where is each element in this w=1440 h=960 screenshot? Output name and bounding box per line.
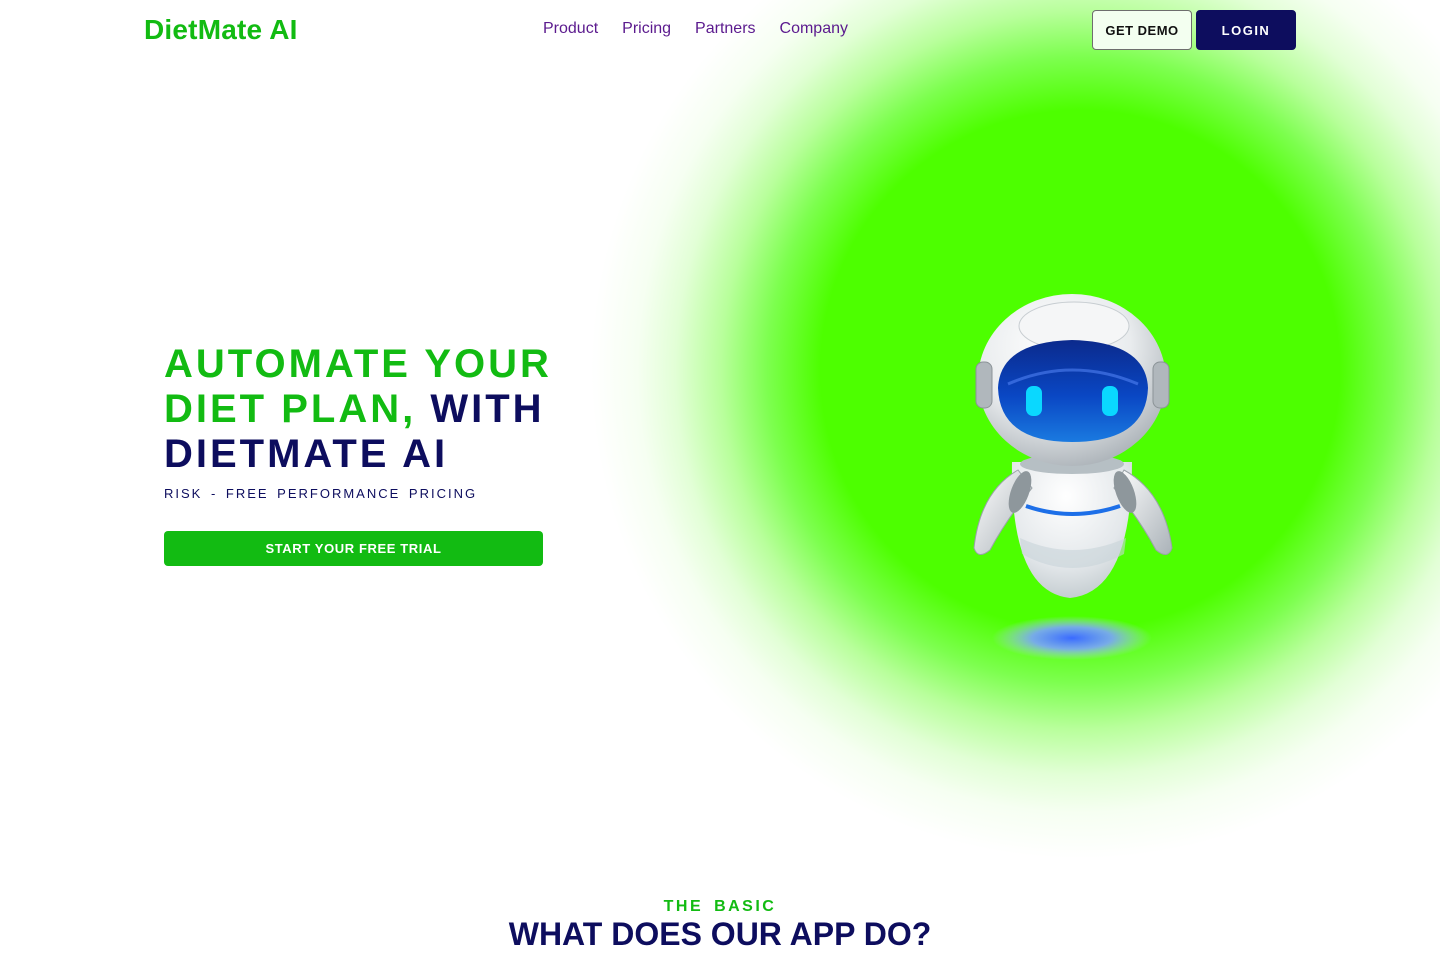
brand-logo[interactable]: DietMate AI — [144, 14, 298, 46]
main-nav: Product Pricing Partners Company — [543, 20, 848, 38]
nav-item-product[interactable]: Product — [543, 20, 598, 38]
login-button[interactable]: LOGIN — [1196, 10, 1296, 50]
get-demo-button[interactable]: GET DEMO — [1092, 10, 1192, 50]
robot-icon — [973, 294, 1173, 660]
section-title: WHAT DOES OUR APP DO? — [508, 916, 932, 952]
section-eyebrow: THE BASIC — [663, 898, 777, 915]
hero-subtitle: RISK - FREE PERFORMANCE PRICING — [164, 486, 478, 501]
top-navbar: DietMate AI Product Pricing Partners Com… — [0, 0, 1440, 60]
nav-item-pricing[interactable]: Pricing — [622, 20, 671, 38]
nav-item-partners[interactable]: Partners — [695, 20, 755, 38]
start-free-trial-button[interactable]: START YOUR FREE TRIAL — [164, 531, 543, 566]
hero-title: AUTOMATE YOUR DIET PLAN, WITH DIETMATE A… — [164, 342, 564, 477]
landing-page: DietMate AI Product Pricing Partners Com… — [0, 0, 1440, 960]
nav-item-company[interactable]: Company — [780, 20, 848, 38]
